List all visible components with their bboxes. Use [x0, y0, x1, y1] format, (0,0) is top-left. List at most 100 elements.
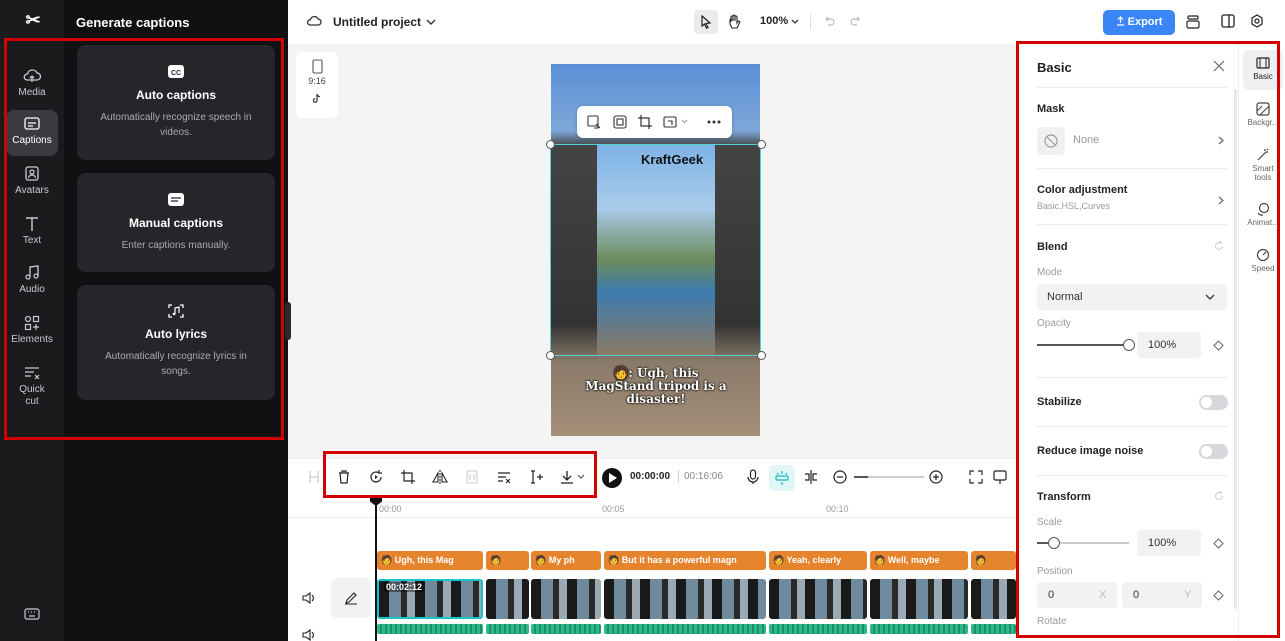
export-button[interactable]: Export — [1103, 10, 1175, 35]
panel-collapse-handle[interactable] — [285, 302, 291, 340]
zoom-in-icon[interactable] — [928, 469, 944, 485]
fullscreen-icon[interactable] — [968, 469, 984, 485]
opacity-input[interactable]: 100% — [1137, 332, 1201, 358]
scale-slider[interactable] — [1037, 537, 1129, 549]
mask-thumbnail[interactable] — [1037, 127, 1065, 155]
blend-mode-select[interactable]: Normal — [1037, 284, 1227, 310]
caption-clip[interactable]: 🧑 — [971, 551, 1016, 570]
panel-layout-icon[interactable] — [1221, 14, 1235, 28]
audio-clip[interactable] — [486, 624, 529, 634]
chevron-down-icon[interactable] — [426, 18, 436, 26]
opacity-slider[interactable] — [1037, 339, 1135, 351]
play-button[interactable] — [602, 468, 622, 488]
crop-icon[interactable] — [638, 115, 652, 129]
selection-box[interactable] — [550, 144, 761, 356]
reverse-icon[interactable] — [368, 469, 384, 485]
delete-icon[interactable] — [336, 469, 352, 485]
playhead[interactable] — [375, 496, 377, 641]
caption-clip[interactable]: 🧑 — [486, 551, 529, 570]
keyframe-icon[interactable] — [1213, 340, 1224, 351]
timeline-zoom-slider[interactable] — [854, 476, 924, 478]
chevron-down-icon[interactable] — [681, 119, 688, 124]
manual-captions-card[interactable]: Manual captions Enter captions manually. — [77, 173, 275, 272]
caption-clip[interactable]: 🧑 Ugh, this Mag — [377, 551, 483, 570]
quick-cut-icon[interactable] — [496, 469, 512, 485]
color-adjustment-title[interactable]: Color adjustment — [1037, 184, 1127, 196]
hand-tool-button[interactable] — [722, 10, 746, 34]
audio-clip[interactable] — [971, 624, 1016, 634]
auto-lyrics-card[interactable]: Auto lyrics Automatically recognize lyri… — [77, 285, 275, 400]
resize-handle[interactable] — [546, 140, 555, 149]
caption-clip[interactable]: 🧑 But it has a powerful magn — [604, 551, 766, 570]
rail-item-captions[interactable]: Captions — [6, 110, 58, 156]
zoom-level[interactable]: 100% — [760, 15, 788, 27]
audio-clip[interactable] — [377, 624, 483, 634]
split-clip-icon[interactable] — [803, 469, 819, 485]
settings-icon[interactable] — [1250, 14, 1264, 28]
video-clip[interactable] — [769, 579, 867, 619]
slider-knob[interactable] — [1047, 537, 1060, 549]
capcut-logo-icon[interactable]: ✂ — [20, 10, 46, 34]
keyframe-icon[interactable] — [1213, 538, 1224, 549]
crop-icon[interactable] — [400, 469, 416, 485]
split-disabled-icon[interactable] — [306, 469, 322, 485]
fit-frame-icon[interactable] — [613, 115, 627, 129]
microphone-icon[interactable] — [745, 469, 761, 485]
resize-handle[interactable] — [757, 140, 766, 149]
comment-icon[interactable] — [992, 469, 1008, 485]
resize-handle[interactable] — [757, 351, 766, 360]
chevron-right-icon[interactable] — [1218, 136, 1224, 145]
volume-icon[interactable] — [302, 592, 316, 604]
download-icon[interactable] — [559, 469, 575, 485]
tab-smart-tools[interactable]: Smart tools — [1243, 142, 1283, 190]
rail-item-audio[interactable]: Audio — [6, 259, 58, 305]
reduce-noise-toggle[interactable] — [1199, 444, 1228, 459]
tab-background[interactable]: Backgr... — [1243, 96, 1283, 136]
resize-handle[interactable] — [546, 351, 555, 360]
reset-icon[interactable] — [1214, 241, 1224, 251]
zoom-out-icon[interactable] — [832, 469, 848, 485]
scale-input[interactable]: 100% — [1137, 530, 1201, 556]
mirror-icon[interactable] — [432, 469, 448, 485]
slider-knob[interactable] — [1123, 339, 1135, 351]
video-clip[interactable] — [486, 579, 529, 619]
auto-captions-card[interactable]: CC Auto captions Automatically recognize… — [77, 45, 275, 160]
rail-item-avatars[interactable]: Avatars — [6, 160, 58, 206]
tab-basic[interactable]: Basic — [1243, 50, 1283, 90]
project-name[interactable]: Untitled project — [333, 15, 421, 29]
video-clip[interactable] — [604, 579, 766, 619]
audio-clip[interactable] — [870, 624, 968, 634]
rail-item-media[interactable]: Media — [6, 62, 58, 108]
rail-item-text[interactable]: Text — [6, 210, 58, 256]
audio-clip[interactable] — [604, 624, 766, 634]
select-tool-button[interactable] — [694, 10, 718, 34]
video-clip[interactable] — [870, 579, 968, 619]
tab-speed[interactable]: Speed — [1243, 242, 1283, 282]
position-x-input[interactable]: 0 X — [1037, 582, 1117, 608]
chevron-down-icon[interactable] — [791, 19, 799, 25]
video-clip[interactable] — [971, 579, 1016, 619]
volume-icon[interactable] — [302, 629, 316, 641]
aspect-ratio-card[interactable]: 9:16 — [296, 52, 338, 118]
undo-icon[interactable] — [823, 15, 835, 27]
video-clip[interactable] — [531, 579, 601, 619]
audio-clip[interactable] — [769, 624, 867, 634]
position-y-input[interactable]: 0 Y — [1122, 582, 1202, 608]
stabilize-toggle[interactable] — [1199, 395, 1228, 410]
cover-button[interactable] — [331, 578, 371, 618]
reset-icon[interactable] — [1214, 491, 1224, 501]
caption-clip[interactable]: 🧑 Yeah, clearly — [769, 551, 867, 570]
layers-icon[interactable] — [1186, 14, 1200, 30]
caption-overlay[interactable]: 🧑: Ugh, this MagStand tripod is a disast… — [581, 367, 731, 406]
auto-snap-button[interactable] — [769, 465, 795, 491]
rail-item-elements[interactable]: Elements — [6, 309, 58, 355]
trim-icon[interactable] — [528, 469, 544, 485]
more-icon[interactable] — [707, 120, 721, 124]
rail-item-quick-cut[interactable]: Quick cut — [6, 359, 58, 411]
freeze-disabled-icon[interactable] — [464, 469, 480, 485]
tab-animation[interactable]: Animat... — [1243, 196, 1283, 236]
caption-clip[interactable]: 🧑 Well, maybe — [870, 551, 968, 570]
inspector-scrollbar[interactable] — [1234, 89, 1237, 609]
audio-clip[interactable] — [531, 624, 601, 634]
close-icon[interactable] — [1213, 60, 1225, 72]
